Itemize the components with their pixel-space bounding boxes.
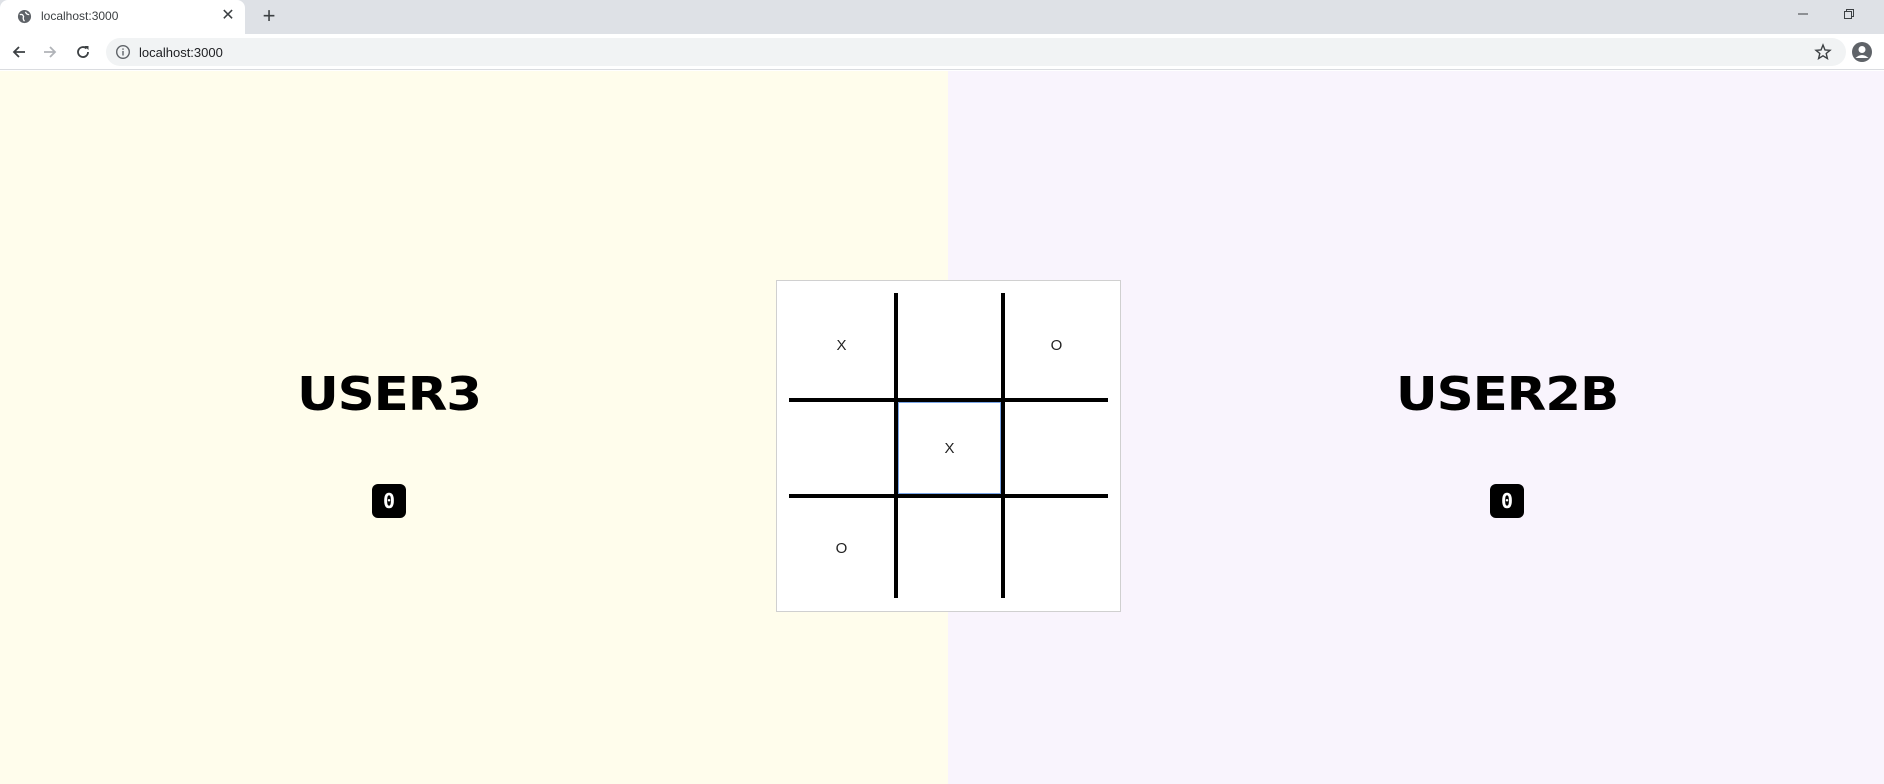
url-text[interactable]: localhost:3000 [139,45,223,60]
player-right-score: 0 [1490,484,1524,518]
browser-tab[interactable]: localhost:3000 ✕ [0,0,245,34]
tab-title: localhost:3000 [41,9,119,23]
address-bar[interactable]: localhost:3000 [106,38,1846,66]
player-left-score-value: 0 [382,489,396,513]
board-cell[interactable] [1005,498,1108,598]
info-icon[interactable] [115,44,131,60]
cell-mark: X [836,337,847,354]
board-cell[interactable]: O [789,498,894,598]
player-right-score-value: 0 [1500,489,1514,513]
player-left-score: 0 [372,484,406,518]
minimize-icon[interactable] [1780,0,1826,28]
browser-toolbar: localhost:3000 [0,34,1884,70]
arrow-left-icon[interactable] [7,40,31,64]
plus-icon[interactable]: + [258,5,280,28]
player-left-name: USER3 [296,367,482,421]
globe-icon [17,9,32,24]
restore-icon[interactable] [1826,0,1872,28]
cell-mark: X [944,439,955,457]
reload-icon[interactable] [71,40,95,64]
board-cell-focused[interactable]: X [895,399,1004,497]
cell-mark: O [1050,337,1063,354]
board-cell[interactable] [789,402,894,494]
arrow-right-icon[interactable] [38,40,62,64]
board-cell[interactable] [1005,402,1108,494]
page-viewport: USER3 0 USER2B 0 X O X O [0,71,1884,784]
cell-mark: O [835,539,848,557]
close-icon[interactable]: ✕ [220,8,236,24]
player-right-name: USER2B [1395,367,1619,421]
tab-strip: localhost:3000 ✕ + [0,0,1884,34]
account-icon[interactable] [1850,40,1874,64]
board-cell[interactable]: X [789,293,894,398]
board-cell[interactable] [898,498,1001,598]
game-board: X O X O [776,280,1121,612]
board-cell[interactable] [898,293,1001,398]
board-cell[interactable]: O [1005,293,1108,398]
star-icon[interactable] [1814,43,1832,61]
